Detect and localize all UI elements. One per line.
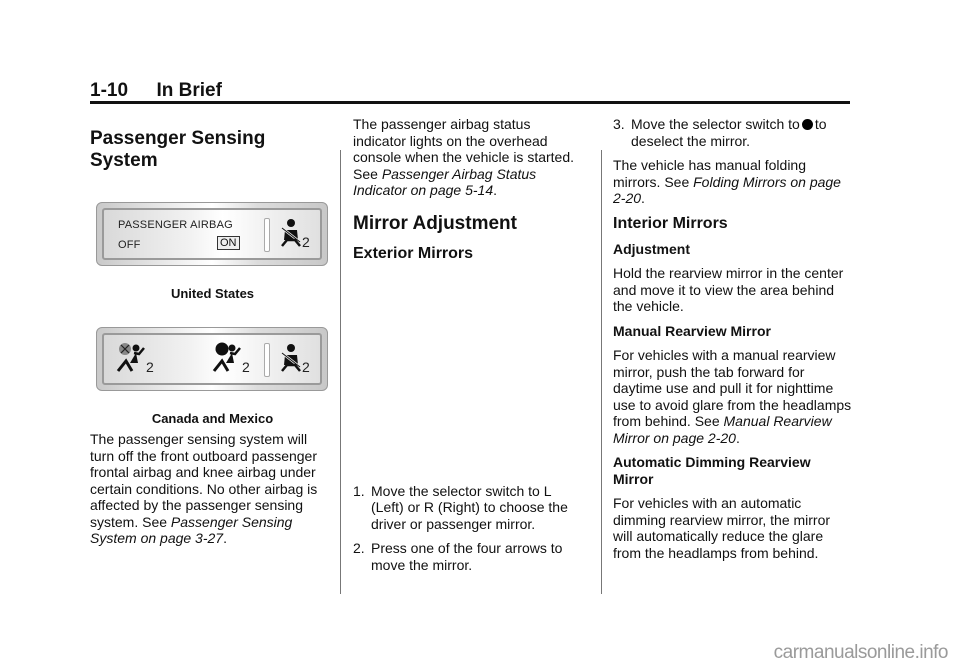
seatbelt-passenger-icon: [281, 219, 301, 247]
seat-position-label: 2: [242, 358, 250, 375]
subsection-exterior-mirrors: Exterior Mirrors: [353, 244, 474, 262]
column-3: 3. Move the selector switch to to deselect…: [613, 116, 853, 569]
airbag-off-icon: [116, 342, 145, 372]
section-title-mirror-adjustment: Mirror Adjustment: [353, 212, 517, 234]
watermark: carmanualsonline.info: [773, 642, 949, 663]
list-item: 2. Press one of the four arrows to move t…: [353, 540, 563, 573]
heading-manual-rearview-mirror: Manual Rearview Mirror: [613, 322, 771, 339]
column-2: The passenger airbag status indicator li…: [353, 116, 583, 581]
airbag-on-icon: [212, 342, 241, 372]
column-divider: [340, 150, 341, 594]
caption-united-states: United States: [170, 286, 255, 301]
subsection-interior-mirrors: Interior Mirrors: [613, 214, 728, 232]
panel-label: PASSENGER AIRBAG: [118, 219, 233, 231]
seat-position-label: 2: [146, 358, 154, 375]
section-title-passenger-sensing: Passenger Sensing System: [90, 128, 266, 171]
heading-adjustment: Adjustment: [613, 240, 690, 257]
heading-automatic-dimming-mirror: Automatic Dimming Rearview Mirror: [613, 454, 811, 487]
exterior-mirror-steps: 1. Move the selector switch to L (Left) o…: [353, 483, 583, 574]
caption-canada-mexico: Canada and Mexico: [151, 410, 274, 426]
page-header: 1-10 In Brief: [90, 80, 850, 102]
figure-placeholder: [353, 271, 583, 483]
column-divider: [601, 150, 602, 594]
column-1: Passenger Sensing System PASSENGER AIRBA…: [90, 120, 335, 555]
passenger-airbag-panel-us: PASSENGER AIRBAG OFF ON 2: [96, 202, 328, 266]
passenger-airbag-panel-canada-mexico: 2 2 2: [96, 326, 328, 391]
panel-separator: [264, 342, 270, 377]
auto-dimming-paragraph: For vehicles with an automatic dimming r…: [613, 495, 831, 561]
seat-position-label: 2: [302, 234, 310, 250]
manual-mirror-paragraph: For vehicles with a manual rearview mirr…: [613, 347, 852, 446]
on-indicator: ON: [217, 236, 240, 250]
folding-mirrors-paragraph: The vehicle has manual folding mirrors. …: [613, 157, 841, 206]
list-item: 3. Move the selector switch to to deselect…: [613, 116, 827, 149]
passenger-sensing-paragraph: The passenger sensing system will turn o…: [90, 431, 318, 546]
seatbelt-passenger-icon: [281, 343, 301, 372]
header-rule: [90, 101, 850, 104]
section-name: In Brief: [156, 80, 222, 101]
seat-position-label: 2: [302, 358, 310, 375]
adjustment-paragraph: Hold the rearview mirror in the center a…: [613, 265, 844, 314]
airbag-status-paragraph: The passenger airbag status indicator li…: [353, 116, 575, 198]
selector-off-dot-icon: [801, 119, 813, 130]
exterior-mirror-steps-cont: 3. Move the selector switch to to deselect…: [613, 116, 853, 149]
panel-separator: [264, 218, 270, 252]
list-item: 1. Move the selector switch to L (Left) o…: [353, 482, 568, 532]
off-label: OFF: [118, 239, 141, 251]
page-number: 1-10: [90, 80, 129, 101]
